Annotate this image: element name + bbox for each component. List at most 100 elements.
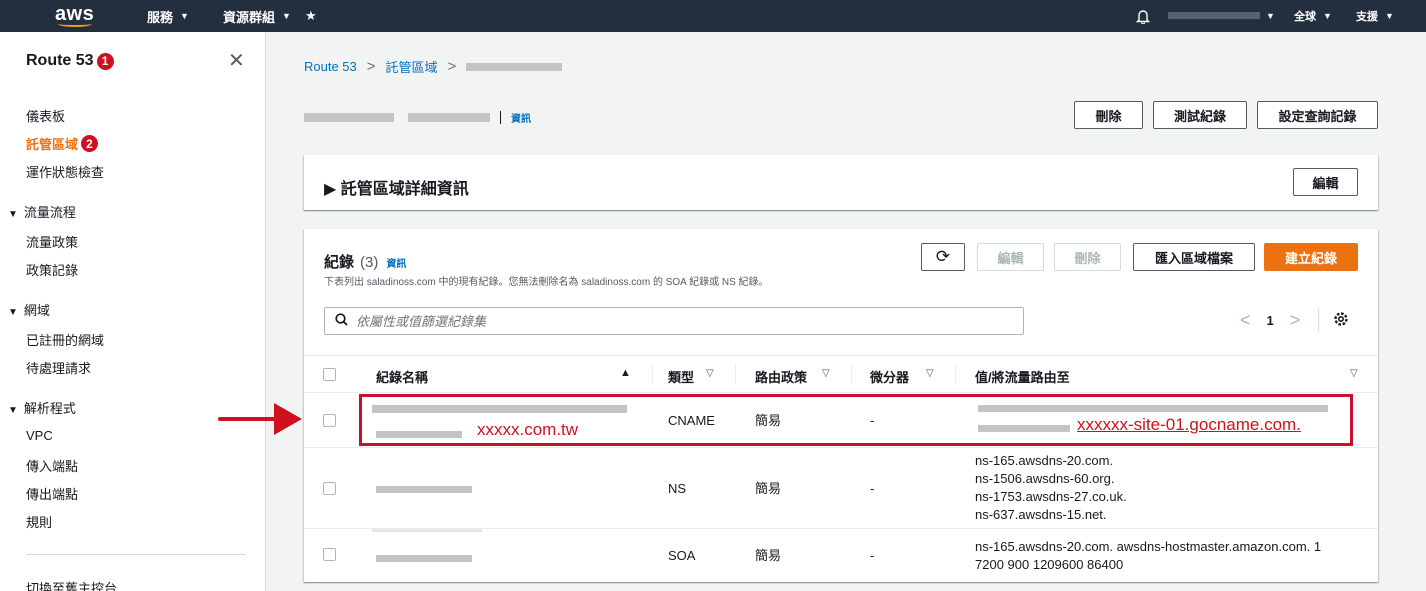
test-record-button[interactable]: 測試紀錄: [1153, 101, 1247, 129]
create-record-button[interactable]: 建立紀錄: [1264, 243, 1358, 271]
hosted-zone-details-toggle[interactable]: ▶ 託管區域詳細資訊: [324, 175, 469, 199]
column-divider: [652, 364, 653, 384]
records-title: 紀錄 (3) 資訊: [324, 251, 406, 272]
records-title-text: 紀錄: [324, 254, 355, 271]
records-description: 下表列出 saladinoss.com 中的現有紀錄。您無法刪除名為 salad…: [324, 277, 769, 288]
services-label: 服務: [147, 9, 174, 25]
sort-icon[interactable]: ▽: [822, 368, 830, 379]
chevron-down-icon: ▼: [282, 11, 291, 21]
sort-icon[interactable]: ▽: [1350, 368, 1358, 379]
record-type: SOA: [668, 548, 696, 563]
chevron-right-icon: >: [366, 58, 376, 75]
sidebar-item-inbound-endpoints[interactable]: 傳入端點: [26, 456, 78, 475]
aws-logo[interactable]: aws: [55, 0, 94, 32]
top-navigation: aws 服務 ▼ 資源群組 ▼ ★ ▼ 全球 ▼ 支援 ▼: [0, 0, 1426, 32]
sidebar-item-pending-requests[interactable]: 待處理請求: [26, 358, 91, 377]
chevron-right-icon[interactable]: >: [1290, 310, 1301, 331]
bell-icon[interactable]: [1136, 0, 1150, 32]
region-menu[interactable]: 全球 ▼: [1294, 0, 1332, 32]
hosted-zone-details-panel: ▶ 託管區域詳細資訊 編輯: [304, 155, 1378, 210]
breadcrumb: Route 53 > 託管區域 >: [304, 57, 563, 76]
sidebar-item-outbound-endpoints[interactable]: 傳出端點: [26, 484, 78, 503]
sidebar-section-domains[interactable]: ▼ 網域: [8, 300, 50, 319]
table-row[interactable]: NS 簡易 - ns-165.awsdns-20.com. ns-1506.aw…: [304, 448, 1378, 529]
sidebar-item-rules[interactable]: 規則: [26, 512, 52, 531]
record-value-annotation: xxxxxx-site-01.gocname.com.: [1077, 415, 1301, 434]
query-logging-button[interactable]: 設定查詢記錄: [1257, 101, 1378, 129]
settings-gear-icon[interactable]: [1333, 311, 1349, 330]
support-label: 支援: [1356, 11, 1378, 23]
breadcrumb-hosted-zones[interactable]: 託管區域: [386, 57, 438, 76]
sort-icon[interactable]: ▽: [706, 368, 714, 379]
support-menu[interactable]: 支援 ▼: [1356, 0, 1394, 32]
chevron-down-icon: ▼: [1385, 11, 1394, 21]
sidebar-item-registered-domains[interactable]: 已註冊的網域: [26, 330, 104, 349]
column-type[interactable]: 類型: [668, 367, 694, 386]
record-value-redacted: [978, 425, 1070, 432]
aws-smile-icon: [57, 21, 92, 27]
table-row[interactable]: SOA 簡易 - ns-165.awsdns-20.com. awsdns-ho…: [304, 529, 1378, 581]
column-differentiator[interactable]: 微分器: [870, 367, 909, 386]
row-checkbox[interactable]: [323, 482, 336, 495]
sidebar-item-dashboard[interactable]: 儀表板: [26, 106, 65, 125]
refresh-icon: ⟳: [935, 247, 951, 266]
records-count: (3): [360, 254, 379, 271]
title-divider: [500, 111, 501, 124]
edit-record-button[interactable]: 編輯: [977, 243, 1044, 271]
table-row[interactable]: xxxxx.com.tw CNAME 簡易 - xxxxxx-site-01.g…: [304, 394, 1378, 448]
delete-record-button[interactable]: 刪除: [1054, 243, 1121, 271]
sidebar-item-hosted-zones[interactable]: 託管區域 2: [26, 134, 99, 153]
column-record-name[interactable]: 紀錄名稱: [376, 367, 428, 386]
breadcrumb-route53[interactable]: Route 53: [304, 59, 357, 74]
records-panel: 紀錄 (3) 資訊 下表列出 saladinoss.com 中的現有紀錄。您無法…: [304, 229, 1378, 582]
record-routing-policy: 簡易: [755, 481, 782, 496]
record-differentiator: -: [870, 481, 875, 496]
resource-groups-menu[interactable]: 資源群組 ▼: [223, 0, 291, 32]
record-routing-policy: 簡易: [755, 548, 782, 563]
sort-ascending-icon[interactable]: ▲: [620, 367, 631, 379]
record-value-line: ns-165.awsdns-20.com. awsdns-hostmaster.…: [975, 539, 1322, 554]
row-checkbox[interactable]: [323, 548, 336, 561]
column-routing-policy[interactable]: 路由政策: [755, 367, 807, 386]
close-icon[interactable]: ✕: [228, 48, 245, 73]
refresh-button[interactable]: ⟳: [921, 243, 965, 271]
sort-icon[interactable]: ▽: [926, 368, 934, 379]
pin-icon[interactable]: ★: [305, 0, 317, 32]
column-divider: [851, 364, 852, 384]
search-input[interactable]: [356, 313, 956, 329]
record-value-line: ns-1506.awsdns-60.org.: [975, 471, 1115, 486]
delete-zone-button[interactable]: 刪除: [1074, 101, 1143, 129]
edit-details-button[interactable]: 編輯: [1293, 168, 1358, 196]
chevron-left-icon[interactable]: <: [1240, 310, 1251, 331]
resource-groups-label: 資源群組: [223, 9, 276, 25]
account-name-redacted[interactable]: [1168, 12, 1260, 19]
services-menu[interactable]: 服務 ▼: [147, 0, 189, 32]
record-value-line: ns-165.awsdns-20.com.: [975, 453, 1114, 468]
records-info-link[interactable]: 資訊: [386, 255, 406, 270]
record-value-line: ns-637.awsdns-15.net.: [975, 507, 1107, 522]
sidebar-item-old-console[interactable]: 切換至舊主控台: [26, 578, 117, 591]
region-label: 全球: [1294, 11, 1316, 23]
row-checkbox[interactable]: [323, 414, 336, 427]
sidebar-item-policy-records[interactable]: 政策記錄: [26, 260, 78, 279]
select-all-checkbox[interactable]: [323, 368, 336, 381]
column-value[interactable]: 值/將流量路由至: [975, 367, 1070, 386]
import-zone-file-button[interactable]: 匯入區域檔案: [1133, 243, 1255, 271]
section-title: 流量流程: [23, 205, 76, 220]
sidebar: Route 53 1 ✕ 儀表板 託管區域 2 運作狀態檢查 ▼ 流量流程 流量政…: [0, 32, 266, 591]
caret-down-icon: ▼: [8, 405, 18, 416]
sidebar-item-vpc[interactable]: VPC: [26, 428, 53, 443]
page-number[interactable]: 1: [1267, 313, 1274, 328]
record-value-redacted: [978, 405, 1328, 412]
chevron-down-icon: ▼: [1266, 11, 1275, 21]
page-title: 資訊: [304, 110, 531, 125]
annotation-badge-2: 2: [81, 135, 99, 152]
sidebar-item-health-checks[interactable]: 運作狀態檢查: [26, 162, 104, 181]
record-differentiator: -: [870, 548, 875, 563]
info-link[interactable]: 資訊: [511, 110, 531, 125]
sidebar-section-traffic-flow[interactable]: ▼ 流量流程: [8, 202, 76, 221]
filter-search-box[interactable]: [324, 307, 1024, 335]
sidebar-section-resolver[interactable]: ▼ 解析程式: [8, 398, 76, 417]
sidebar-item-traffic-policies[interactable]: 流量政策: [26, 232, 78, 251]
annotation-arrow-icon: [218, 403, 302, 435]
